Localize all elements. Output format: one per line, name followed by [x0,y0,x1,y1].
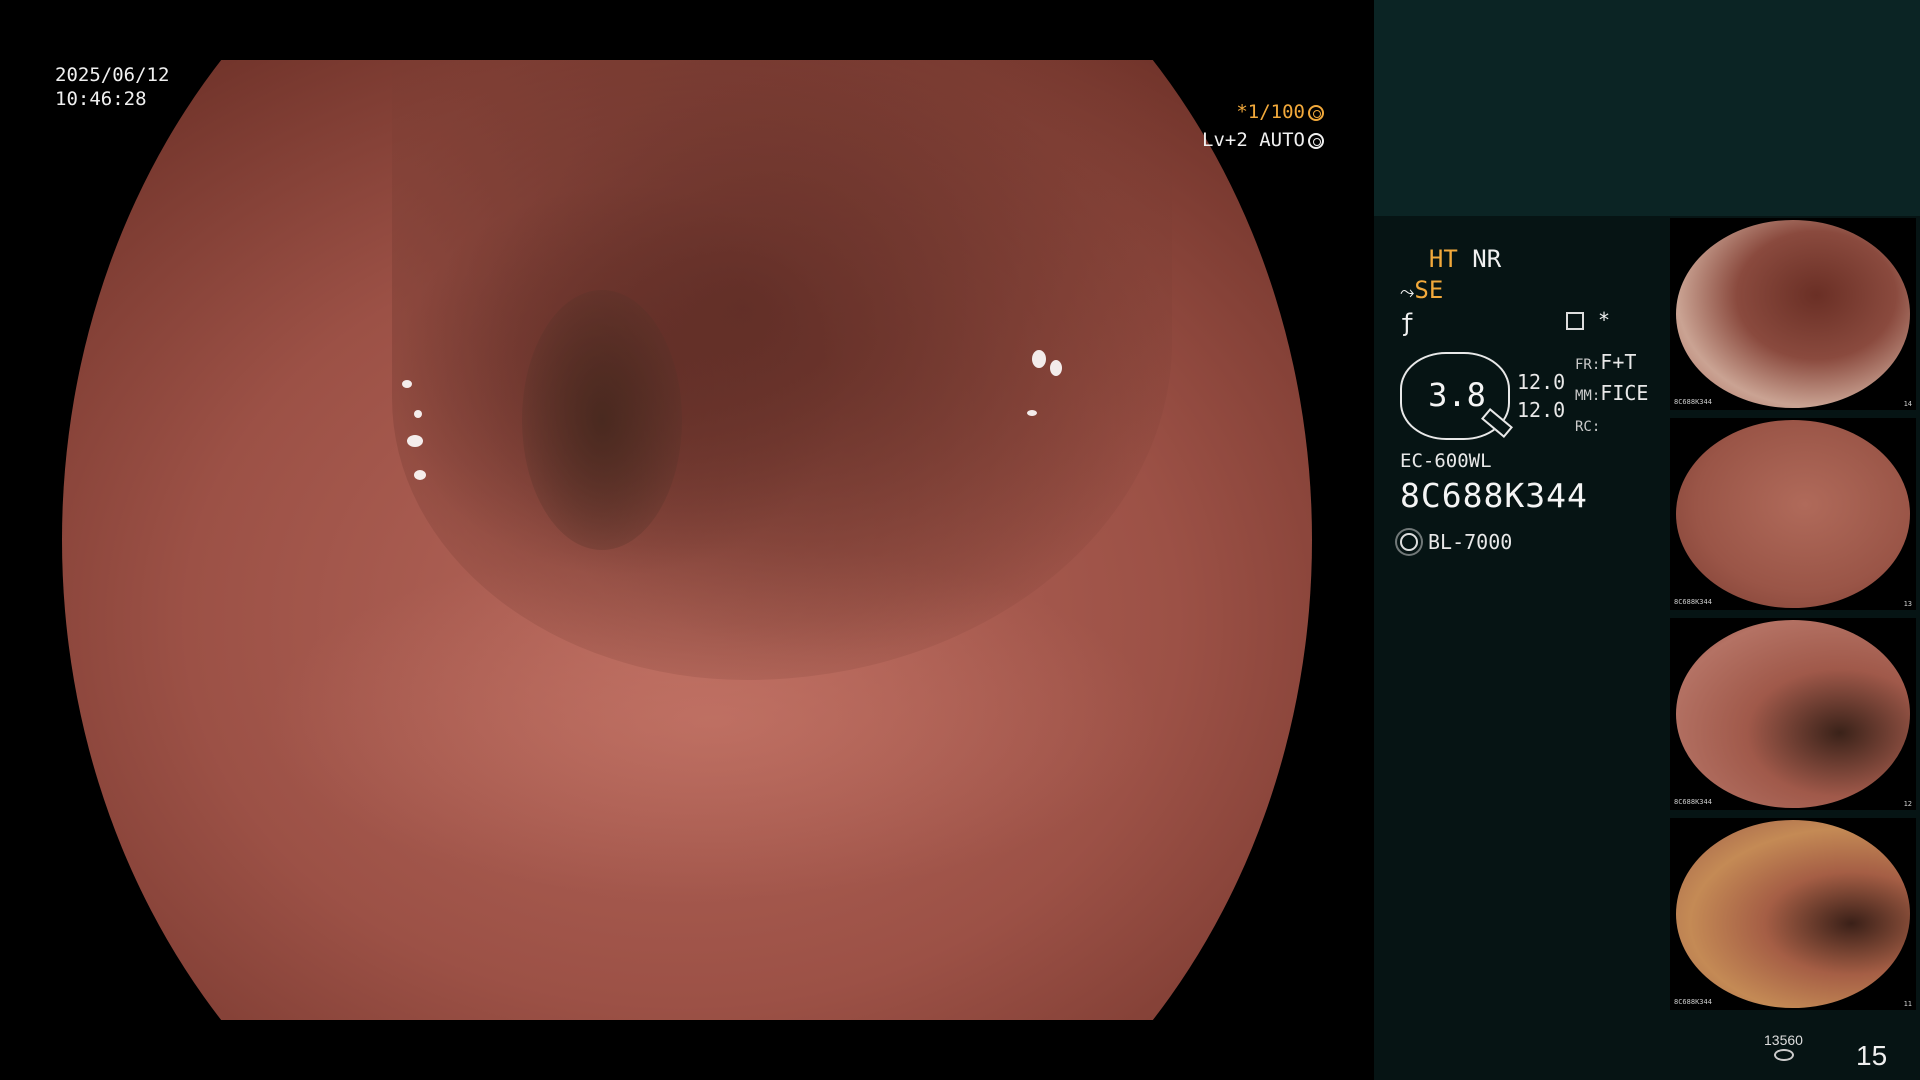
settings-box-icon [1566,312,1584,330]
light-source-model: BL-7000 [1428,530,1513,554]
thumbnail-number: 14 [1903,400,1912,408]
auto-iris-icon [1308,133,1324,149]
level-row: Lv+2 AUTO [1202,126,1324,154]
thumbnail[interactable]: 8C688K344 11 [1670,818,1916,1010]
brightness-level: Lv+2 AUTO [1202,129,1305,151]
thumbnail-serial: 8C688K344 [1674,998,1712,1006]
shutter-speed: *1/100 [1236,101,1305,123]
specular-reflection [1032,350,1046,368]
se-indicator: SE [1414,276,1444,304]
thumbnail[interactable]: 8C688K344 12 [1670,618,1916,810]
thumbnail-serial: 8C688K344 [1674,398,1712,406]
shutter-row: *1/100 [1202,98,1324,126]
captured-thumbnails: 8C688K344 14 8C688K344 13 8C688K344 12 8… [1670,218,1916,1018]
specular-reflection [407,435,423,447]
inner-lumen [522,290,682,550]
specular-reflection [414,410,422,418]
param-values: 12.0 12.0 [1517,368,1567,424]
param-value-1: 12.0 [1517,370,1566,394]
storage-icon [1774,1049,1794,1061]
date-time: 2025/06/12 10:46:28 [55,63,169,111]
thumbnail-serial: 8C688K344 [1674,798,1712,806]
thumbnail-serial: 8C688K344 [1674,598,1712,606]
scope-serial: 8C688K344 [1400,476,1588,515]
thumbnail[interactable]: 8C688K344 13 [1670,418,1916,610]
structure-enhance-icon: ⤳ [1400,282,1415,303]
star-indicator: * [1598,308,1611,332]
thumbnail-number: 12 [1903,800,1912,808]
endoscopy-screen: 2025/06/12 10:46:28 *1/100 Lv+2 AUTO HT … [0,0,1920,1080]
thumbnail-number: 11 [1903,1000,1912,1008]
f-symbol-icon: ƒ [1400,309,1415,337]
info-panel: HT NR ⤳SE ƒ * 3.8 12.0 12.0 FR:F+T MM:FI… [1374,0,1920,1080]
date-text: 2025/06/12 [55,64,170,86]
fr-label: FR: [1575,357,1601,373]
thumbnail-image [1676,820,1910,1008]
status-row-2: ⤳SE [1400,275,1501,308]
scope-model: EC-600WL [1400,450,1492,472]
status-row-3: ƒ [1400,308,1501,339]
zoom-value: 3.8 [1428,376,1486,414]
specular-reflection [402,380,412,388]
status-icons: * [1566,308,1610,332]
main-endoscope-view [62,60,1312,1020]
thumbnail-number: 13 [1903,600,1912,608]
info-panel-header [1374,0,1920,216]
zoom-gauge: 3.8 [1400,352,1513,440]
time-text: 10:46:28 [55,88,147,110]
light-source: BL-7000 [1400,530,1512,554]
processing-status: HT NR ⤳SE ƒ [1400,244,1501,339]
param-value-2: 12.0 [1517,398,1566,422]
thumbnail-image [1676,220,1910,408]
exposure-info: *1/100 Lv+2 AUTO [1202,98,1324,154]
storage-counter: 13560 [1764,1032,1803,1048]
thumbnail-image [1676,420,1910,608]
shutter-icon [1308,105,1324,121]
fr-value: F+T [1600,350,1637,374]
mm-value: FICE [1600,381,1649,405]
specular-reflection [1027,410,1037,416]
thumbnail-image [1676,620,1910,808]
status-row-1: HT NR [1400,244,1501,275]
specular-reflection [1050,360,1062,376]
light-source-icon [1400,533,1418,551]
rc-label: RC: [1575,419,1601,435]
ht-indicator: HT [1428,245,1458,273]
mm-label: MM: [1575,388,1601,404]
nr-indicator: NR [1472,245,1502,273]
image-count: 15 [1856,1040,1888,1071]
specular-reflection [414,470,426,480]
thumbnail[interactable]: 8C688K344 14 [1670,218,1916,410]
